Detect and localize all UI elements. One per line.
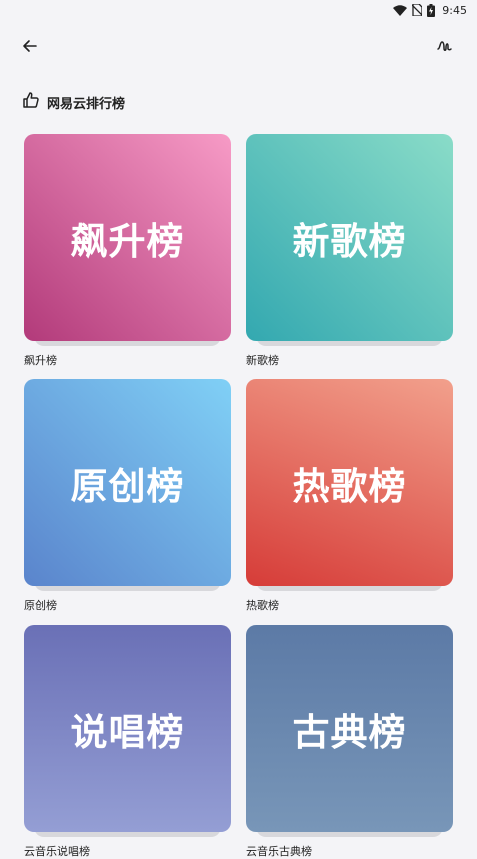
chart-label: 云音乐说唱榜: [24, 845, 90, 858]
chart-cover[interactable]: 新歌榜: [246, 134, 453, 341]
section-title: 网易云排行榜: [47, 96, 126, 112]
chart-label: 飙升榜: [24, 354, 57, 367]
chart-cover[interactable]: 飙升榜: [24, 134, 231, 341]
status-bar: 9:45: [0, 0, 477, 20]
chart-cover-title: 古典榜: [292, 710, 407, 754]
chart-label: 云音乐古典榜: [246, 845, 312, 858]
chart-cover[interactable]: 原创榜: [24, 379, 231, 586]
battery-charging-icon: [427, 3, 436, 17]
back-button[interactable]: [18, 34, 42, 58]
status-time: 9:45: [442, 3, 467, 17]
chart-card[interactable]: 飙升榜 飙升榜: [24, 134, 231, 367]
chart-label: 新歌榜: [246, 354, 279, 367]
no-sim-icon: [412, 4, 423, 16]
chart-card[interactable]: 热歌榜 热歌榜: [246, 379, 453, 612]
arrow-left-icon: [23, 40, 37, 52]
chart-cover[interactable]: 古典榜: [246, 625, 453, 832]
waveform-icon: [437, 41, 452, 51]
chart-label: 原创榜: [24, 599, 57, 612]
chart-label: 热歌榜: [246, 599, 279, 612]
thumbs-up-icon: [22, 91, 40, 113]
chart-card[interactable]: 说唱榜 云音乐说唱榜: [24, 625, 231, 858]
waveform-button[interactable]: [433, 34, 457, 58]
top-bar: [0, 28, 477, 62]
chart-cover-title: 原创榜: [70, 464, 185, 508]
chart-card[interactable]: 古典榜 云音乐古典榜: [246, 625, 453, 858]
wifi-icon: [393, 4, 408, 16]
chart-card[interactable]: 原创榜 原创榜: [24, 379, 231, 612]
chart-cover-title: 新歌榜: [292, 219, 407, 263]
chart-cover-title: 飙升榜: [70, 219, 185, 263]
chart-card[interactable]: 新歌榜 新歌榜: [246, 134, 453, 367]
section-header: 网易云排行榜: [22, 91, 125, 113]
chart-cover[interactable]: 热歌榜: [246, 379, 453, 586]
chart-cover-title: 热歌榜: [292, 464, 407, 508]
chart-cover-title: 说唱榜: [70, 710, 185, 754]
chart-cover[interactable]: 说唱榜: [24, 625, 231, 832]
